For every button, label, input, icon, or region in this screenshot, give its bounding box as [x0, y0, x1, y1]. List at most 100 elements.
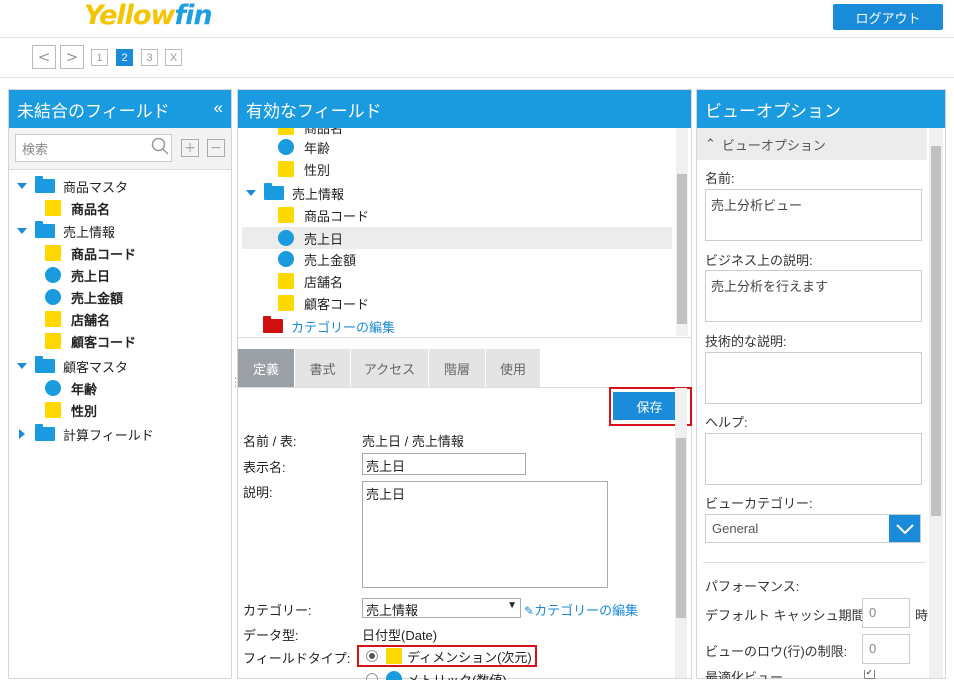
business-desc-label: ビジネス上の説明:	[705, 253, 813, 268]
metric-icon	[278, 251, 294, 267]
fieldtype-metric-label: メトリック(数値)	[407, 672, 507, 681]
radio-button[interactable]	[366, 673, 378, 680]
cache-input[interactable]: 0	[862, 598, 910, 628]
pencil-icon: ✎	[524, 604, 535, 618]
folder-icon	[35, 221, 55, 238]
tree-label: 売上日	[71, 268, 111, 284]
tree-label: 売上金額	[71, 290, 124, 306]
tree-field-customer-code[interactable]: 顧客コード	[278, 292, 369, 314]
tree-folder-customer-master[interactable]: 顧客マスタ	[17, 355, 128, 377]
fieldtype-metric-option[interactable]: メトリック(数値)	[366, 668, 507, 680]
prev-step-button[interactable]: <	[32, 45, 56, 69]
scroll-thumb[interactable]	[677, 174, 687, 324]
metric-icon	[386, 671, 402, 680]
category-select[interactable]: 売上情報 ▼	[362, 598, 521, 618]
tree-scrollbar[interactable]	[676, 128, 688, 336]
folder-icon	[35, 176, 55, 193]
chevron-left-icon: <	[37, 48, 51, 66]
collapse-icon[interactable]: «	[214, 98, 223, 118]
description-textarea[interactable]: 売上日	[362, 481, 608, 588]
tree-field-product-code[interactable]: 商品コード	[278, 204, 369, 226]
category-select-value: 売上情報	[366, 603, 419, 618]
tab-hierarchy[interactable]: 階層	[429, 349, 485, 387]
tree-label: 性別	[304, 162, 331, 178]
expand-arrow-icon[interactable]	[17, 228, 27, 234]
resize-handle-icon[interactable]: · · ·	[234, 375, 237, 393]
edit-category-link[interactable]: カテゴリーの編集	[263, 315, 395, 337]
tree-field-customer-code[interactable]: 顧客コード	[45, 330, 136, 352]
expand-arrow-icon[interactable]	[246, 190, 256, 196]
optimize-checkbox[interactable]: ✓	[864, 670, 875, 679]
scroll-thumb[interactable]	[676, 438, 686, 618]
tech-desc-textarea[interactable]	[705, 352, 922, 404]
fieldtype-label: フィールドタイプ:	[243, 651, 351, 666]
tree-field-sales-date[interactable]: 売上日	[45, 264, 110, 286]
fieldtype-metric-clip: メトリック(数値)	[238, 668, 678, 680]
help-textarea[interactable]	[705, 433, 922, 485]
tree-label: 顧客コード	[304, 296, 370, 312]
tab-usage[interactable]: 使用	[486, 349, 540, 387]
tree-folder-sales-info[interactable]: 売上情報	[17, 220, 115, 242]
tree-label: 顧客マスタ	[63, 359, 129, 375]
step-3[interactable]: 3	[141, 49, 158, 66]
fieldtype-dimension-option[interactable]: ディメンション(次元)	[366, 645, 532, 667]
step-2[interactable]: 2	[116, 49, 133, 66]
tree-label: 商品名	[71, 201, 111, 217]
tree-field-gender[interactable]: 性別	[45, 399, 97, 421]
scroll-thumb[interactable]	[931, 146, 941, 516]
expand-arrow-icon[interactable]	[19, 429, 25, 439]
name-label: 名前:	[705, 171, 735, 186]
folder-icon	[35, 356, 55, 373]
collapse-all-icon[interactable]: −	[207, 139, 225, 157]
tree-field-store-name[interactable]: 店舗名	[45, 308, 110, 330]
step-close[interactable]: X	[165, 49, 182, 66]
options-scrollbar[interactable]	[929, 128, 943, 678]
tab-definition[interactable]: 定義	[238, 349, 294, 387]
display-name-input[interactable]: 売上日	[362, 453, 526, 475]
tree-folder-product-master[interactable]: 商品マスタ	[17, 175, 128, 197]
expand-arrow-icon[interactable]	[17, 183, 27, 189]
tree-field-age[interactable]: 年齢	[278, 136, 330, 158]
dimension-icon	[45, 333, 61, 349]
edit-folder-icon	[263, 316, 283, 333]
tab-format[interactable]: 書式	[295, 349, 350, 387]
tree-label: 年齢	[304, 140, 331, 156]
tree-label: 店舗名	[304, 274, 344, 290]
tree-field-sales-amount[interactable]: 売上金額	[45, 286, 123, 308]
tree-field-gender[interactable]: 性別	[278, 158, 330, 180]
step-1[interactable]: 1	[91, 49, 108, 66]
search-icon[interactable]	[151, 137, 169, 157]
tree-field-sales-amount[interactable]: 売上金額	[278, 248, 356, 270]
tree-field-product-name[interactable]: 商品名	[45, 197, 110, 219]
radio-button[interactable]	[366, 650, 378, 662]
view-name-input[interactable]: 売上分析ビュー	[705, 189, 922, 241]
row-limit-input[interactable]: 0	[862, 634, 910, 664]
cache-unit: 時	[915, 608, 929, 623]
tree-label: 性別	[71, 403, 98, 419]
expand-all-icon[interactable]: +	[181, 139, 199, 157]
view-options-section[interactable]: ⌃ ビューオプション	[697, 128, 927, 160]
tech-desc-label: 技術的な説明:	[705, 334, 787, 349]
tree-label: 計算フィールド	[63, 427, 154, 443]
tree-field-sales-date[interactable]: 売上日	[278, 227, 343, 249]
form-scrollbar[interactable]	[675, 388, 687, 678]
next-step-button[interactable]: >	[60, 45, 84, 69]
logout-button[interactable]: ログアウト	[833, 4, 943, 30]
search-input[interactable]: 検索	[15, 134, 172, 162]
tree-folder-sales-info[interactable]: 売上情報	[246, 182, 344, 204]
chevron-down-icon[interactable]	[889, 515, 920, 542]
expand-arrow-icon[interactable]	[17, 363, 27, 369]
tab-access[interactable]: アクセス	[351, 349, 428, 387]
tree-field-age[interactable]: 年齢	[45, 377, 97, 399]
tree-folder-calculated-fields[interactable]: 計算フィールド	[17, 423, 154, 445]
tree-field-product-code[interactable]: 商品コード	[45, 242, 136, 264]
metric-icon	[278, 230, 294, 246]
tree-field-store-name[interactable]: 店舗名	[278, 270, 343, 292]
section-divider	[703, 562, 925, 563]
active-fields-tree: 商品名 年齢 性別 売上情報 商品コード 売上日 売上金額 店舗名 顧客コード …	[238, 128, 691, 338]
chevron-right-icon: >	[65, 48, 79, 66]
active-fields-header: 有効なフィールド	[238, 90, 691, 128]
view-category-select[interactable]: General	[705, 514, 921, 543]
business-desc-textarea[interactable]: 売上分析を行えます	[705, 270, 922, 322]
category-edit-link[interactable]: ✎カテゴリーの編集	[524, 600, 638, 619]
